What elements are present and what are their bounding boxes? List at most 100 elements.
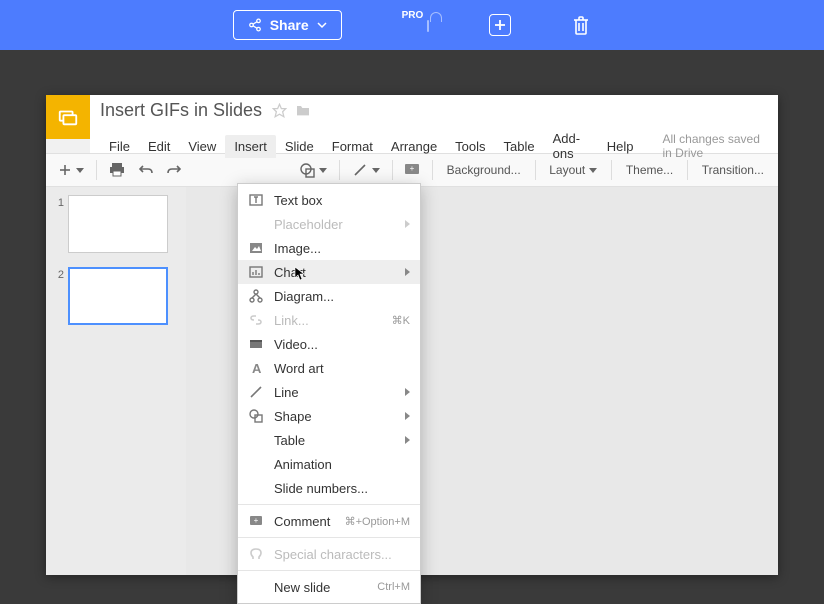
slide-panel: 1 2	[46, 187, 186, 575]
dd-label: Image...	[274, 241, 410, 256]
dd-shortcut: Ctrl+M	[377, 581, 410, 593]
dd-label: Text box	[274, 193, 410, 208]
layout-tool[interactable]: Layout	[541, 159, 605, 181]
trash-button[interactable]	[571, 14, 591, 36]
toolbar: + Background... Layout Theme... Transiti…	[46, 153, 778, 187]
transition-tool[interactable]: Transition...	[694, 159, 772, 181]
dd-label: Link...	[274, 313, 382, 328]
menu-format[interactable]: Format	[323, 135, 382, 158]
dd-newslide[interactable]: New slide Ctrl+M	[238, 575, 420, 599]
lock-icon	[427, 20, 429, 31]
slide-thumb[interactable]	[68, 195, 168, 253]
title-area: Insert GIFs in Slides File Edit View Ins…	[90, 95, 778, 153]
document-title[interactable]: Insert GIFs in Slides	[100, 100, 262, 121]
menu-insert[interactable]: Insert	[225, 135, 276, 158]
dd-label: Animation	[274, 457, 410, 472]
submenu-arrow-icon	[405, 412, 410, 420]
add-slide-button[interactable]	[489, 14, 511, 36]
dd-animation[interactable]: Animation	[238, 452, 420, 476]
shape-icon	[248, 408, 264, 424]
svg-text:+: +	[410, 164, 415, 173]
star-icon[interactable]	[272, 103, 287, 118]
dd-label: Table	[274, 433, 395, 448]
slides-logo	[46, 95, 90, 139]
dd-chart[interactable]: Chart	[238, 260, 420, 284]
menu-edit[interactable]: Edit	[139, 135, 179, 158]
dd-comment[interactable]: + Comment ⌘+Option+M	[238, 509, 420, 533]
dd-line[interactable]: Line	[238, 380, 420, 404]
chevron-down-icon	[372, 168, 380, 173]
separator	[535, 160, 536, 180]
separator	[687, 160, 688, 180]
thumb-1[interactable]: 1	[50, 195, 182, 253]
dd-label: New slide	[274, 580, 367, 595]
submenu-arrow-icon	[405, 268, 410, 276]
line-icon	[248, 384, 264, 400]
slides-app-window: Insert GIFs in Slides File Edit View Ins…	[46, 95, 778, 575]
dd-shortcut: ⌘+Option+M	[345, 515, 410, 528]
top-toolbar: Share PRO	[0, 0, 824, 50]
insert-dropdown: Text box Placeholder Image... Chart	[237, 183, 421, 604]
shape-tool[interactable]	[294, 159, 333, 182]
submenu-arrow-icon	[405, 436, 410, 444]
background-tool[interactable]: Background...	[439, 159, 529, 181]
separator	[96, 160, 97, 180]
link-icon	[248, 312, 264, 328]
comment-icon: +	[248, 513, 264, 529]
chevron-down-icon	[317, 20, 327, 30]
dd-label: Video...	[274, 337, 410, 352]
cursor-icon	[294, 266, 306, 282]
blank-icon	[248, 456, 264, 472]
menu-slide[interactable]: Slide	[276, 135, 323, 158]
video-icon	[248, 336, 264, 352]
dd-label: Word art	[274, 361, 410, 376]
menu-tools[interactable]: Tools	[446, 135, 494, 158]
share-button[interactable]: Share	[233, 10, 342, 40]
menu-arrange[interactable]: Arrange	[382, 135, 446, 158]
chevron-down-icon	[589, 168, 597, 173]
separator	[339, 160, 340, 180]
placeholder-icon	[248, 216, 264, 232]
redo-tool[interactable]	[161, 159, 187, 181]
new-slide-tool[interactable]	[52, 159, 90, 181]
line-tool[interactable]	[346, 158, 386, 182]
pro-lock-badge[interactable]: PRO	[402, 20, 430, 31]
dd-image[interactable]: Image...	[238, 236, 420, 260]
menu-file[interactable]: File	[100, 135, 139, 158]
blank-icon	[248, 579, 264, 595]
dd-link: Link... ⌘K	[238, 308, 420, 332]
separator	[238, 504, 420, 505]
menu-view[interactable]: View	[179, 135, 225, 158]
menu-table[interactable]: Table	[495, 135, 544, 158]
save-state: All changes saved in Drive	[662, 132, 768, 160]
undo-tool[interactable]	[133, 159, 159, 181]
dd-label: Line	[274, 385, 395, 400]
wordart-icon: A	[248, 360, 264, 376]
separator	[238, 570, 420, 571]
dd-label: Slide numbers...	[274, 481, 410, 496]
pro-label: PRO	[402, 10, 424, 21]
dd-video[interactable]: Video...	[238, 332, 420, 356]
dd-diagram[interactable]: Diagram...	[238, 284, 420, 308]
diagram-icon	[248, 288, 264, 304]
menu-help[interactable]: Help	[598, 135, 643, 158]
dd-table[interactable]: Table	[238, 428, 420, 452]
dd-wordart[interactable]: A Word art	[238, 356, 420, 380]
dd-slidenumbers[interactable]: Slide numbers...	[238, 476, 420, 500]
separator	[238, 537, 420, 538]
dd-textbox[interactable]: Text box	[238, 188, 420, 212]
dd-label: Chart	[274, 265, 395, 280]
dd-placeholder: Placeholder	[238, 212, 420, 236]
print-tool[interactable]	[103, 159, 131, 181]
dd-shape[interactable]: Shape	[238, 404, 420, 428]
thumb-2[interactable]: 2	[50, 267, 182, 325]
dd-label: Diagram...	[274, 289, 410, 304]
dd-label: Shape	[274, 409, 395, 424]
image-icon	[248, 240, 264, 256]
theme-tool[interactable]: Theme...	[618, 159, 681, 181]
blank-icon	[248, 480, 264, 496]
slide-thumb-selected[interactable]	[68, 267, 168, 325]
dd-label: Comment	[274, 514, 335, 529]
folder-icon[interactable]	[295, 103, 311, 118]
comment-tool[interactable]: +	[398, 159, 426, 181]
